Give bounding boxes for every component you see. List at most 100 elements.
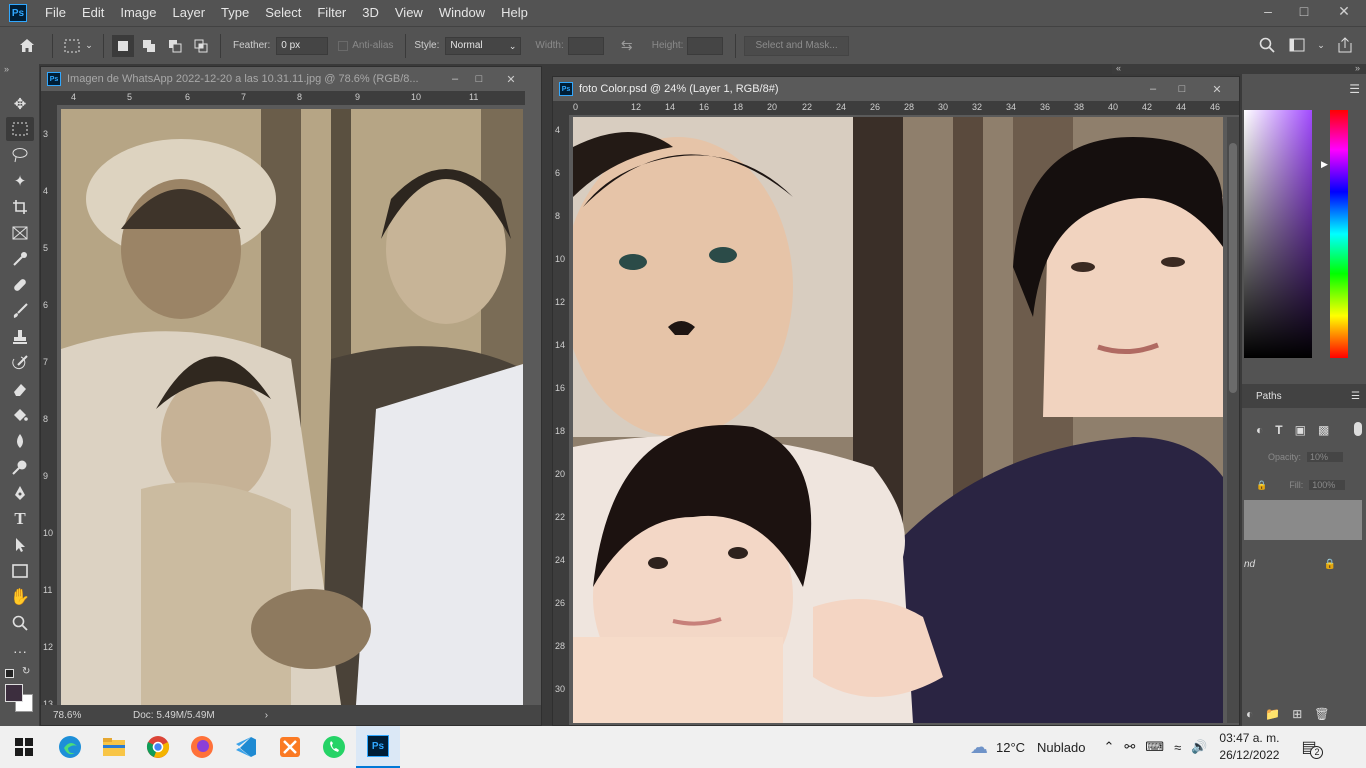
delete-layer-icon[interactable]: 🗑 bbox=[1314, 707, 1329, 721]
blur-tool-icon[interactable] bbox=[6, 429, 34, 453]
select-and-mask-button[interactable]: Select and Mask... bbox=[744, 35, 849, 56]
vertical-scrollbar[interactable] bbox=[1227, 117, 1239, 723]
minimize-icon[interactable]: – bbox=[445, 73, 465, 85]
paint-bucket-tool-icon[interactable] bbox=[6, 403, 34, 427]
swap-colors-icon[interactable]: ↻ bbox=[22, 666, 30, 677]
menu-select[interactable]: Select bbox=[257, 0, 309, 26]
toggle-filter[interactable] bbox=[1354, 422, 1362, 436]
minimize-icon[interactable]: – bbox=[1139, 83, 1167, 95]
vscode-icon[interactable] bbox=[224, 726, 268, 768]
healing-brush-tool-icon[interactable] bbox=[6, 273, 34, 297]
adjustment-filter-icon[interactable]: ◐ bbox=[1256, 423, 1263, 437]
type-filter-icon[interactable]: T bbox=[1275, 423, 1282, 437]
search-icon[interactable] bbox=[1256, 34, 1278, 56]
new-selection-icon[interactable] bbox=[112, 34, 134, 57]
brush-tool-icon[interactable] bbox=[6, 299, 34, 323]
height-input[interactable] bbox=[687, 36, 724, 55]
ime-icon[interactable]: ⌨ bbox=[1145, 739, 1164, 755]
close-icon[interactable]: ✕ bbox=[1197, 83, 1237, 96]
close-icon[interactable]: ✕ bbox=[493, 73, 529, 86]
menu-3d[interactable]: 3D bbox=[354, 0, 387, 26]
whatsapp-icon[interactable] bbox=[312, 726, 356, 768]
frame-tool-icon[interactable] bbox=[6, 221, 34, 245]
adjustment-layer-icon[interactable]: ◐ bbox=[1246, 707, 1253, 721]
panel-menu-icon[interactable]: ☰ bbox=[1349, 82, 1360, 96]
subtract-selection-icon[interactable] bbox=[164, 35, 186, 57]
zoom-level[interactable]: 78.6% bbox=[53, 710, 133, 721]
menu-file[interactable]: File bbox=[37, 0, 74, 26]
hue-slider-marker[interactable]: ▶ bbox=[1321, 159, 1328, 170]
menu-image[interactable]: Image bbox=[112, 0, 164, 26]
chevron-right-icon[interactable]: › bbox=[265, 710, 268, 721]
marquee-preset-icon[interactable] bbox=[61, 35, 83, 57]
menu-view[interactable]: View bbox=[387, 0, 431, 26]
menu-layer[interactable]: Layer bbox=[165, 0, 214, 26]
paths-tab[interactable]: Paths ☰ bbox=[1242, 384, 1366, 408]
close-button[interactable]: ✕ bbox=[1322, 0, 1366, 22]
magic-wand-tool-icon[interactable]: ✦ bbox=[6, 169, 34, 193]
menu-window[interactable]: Window bbox=[431, 0, 493, 26]
scroll-thumb[interactable] bbox=[1229, 143, 1237, 393]
default-colors-icon[interactable] bbox=[5, 669, 14, 678]
eraser-tool-icon[interactable] bbox=[6, 377, 34, 401]
photoshop-taskbar-icon[interactable]: Ps bbox=[356, 726, 400, 768]
opacity-value[interactable]: 10% bbox=[1307, 452, 1344, 462]
doc-title-bar[interactable]: Ps foto Color.psd @ 24% (Layer 1, RGB/8#… bbox=[553, 77, 1239, 101]
style-select[interactable]: Normal ⌄ bbox=[445, 36, 522, 55]
color-picker-field[interactable] bbox=[1244, 110, 1312, 358]
intersect-selection-icon[interactable] bbox=[190, 35, 212, 57]
collapse-left-icon[interactable]: « bbox=[1116, 63, 1121, 73]
crop-tool-icon[interactable] bbox=[6, 195, 34, 219]
chevron-down-icon[interactable]: ⌄ bbox=[1316, 34, 1326, 56]
wifi-icon[interactable]: ≈ bbox=[1174, 740, 1181, 755]
more-tools-icon[interactable]: ··· bbox=[6, 639, 34, 663]
rectangle-tool-icon[interactable] bbox=[6, 559, 34, 583]
xampp-icon[interactable] bbox=[268, 726, 312, 768]
meet-icon[interactable]: ⚯ bbox=[1124, 739, 1135, 755]
new-group-icon[interactable]: 📁 bbox=[1265, 707, 1280, 721]
type-tool-icon[interactable]: T bbox=[6, 507, 34, 531]
menu-type[interactable]: Type bbox=[213, 0, 257, 26]
smart-object-filter-icon[interactable]: ▩ bbox=[1318, 423, 1329, 437]
restore-button[interactable]: □ bbox=[1286, 0, 1322, 22]
start-button[interactable] bbox=[0, 726, 48, 768]
lasso-tool-icon[interactable] bbox=[6, 143, 34, 167]
antialias-checkbox[interactable] bbox=[338, 40, 349, 51]
feather-input[interactable]: 0 px bbox=[276, 36, 329, 55]
width-input[interactable] bbox=[567, 36, 604, 55]
lock-icon[interactable]: 🔒 bbox=[1256, 480, 1267, 491]
hand-tool-icon[interactable]: ✋ bbox=[6, 585, 34, 609]
colorized-photo-canvas[interactable] bbox=[573, 117, 1223, 723]
move-tool-icon[interactable]: ✥ bbox=[6, 92, 34, 116]
collapse-right-icon[interactable]: » bbox=[1355, 63, 1360, 73]
original-photo-canvas[interactable] bbox=[61, 109, 523, 705]
new-layer-icon[interactable]: ⊞ bbox=[1292, 707, 1302, 721]
menu-filter[interactable]: Filter bbox=[309, 0, 354, 26]
add-selection-icon[interactable] bbox=[138, 35, 160, 57]
pen-tool-icon[interactable] bbox=[6, 481, 34, 505]
layer-row-selected[interactable] bbox=[1244, 500, 1362, 540]
eyedropper-tool-icon[interactable] bbox=[6, 247, 34, 271]
clone-stamp-tool-icon[interactable] bbox=[6, 325, 34, 349]
shape-filter-icon[interactable]: ▣ bbox=[1295, 423, 1306, 437]
share-icon[interactable] bbox=[1334, 34, 1356, 56]
layer-row-background[interactable]: nd 🔒 bbox=[1242, 544, 1366, 584]
menu-edit[interactable]: Edit bbox=[74, 0, 112, 26]
home-icon[interactable] bbox=[16, 35, 38, 57]
doc-title-bar[interactable]: Ps Imagen de WhatsApp 2022-12-20 a las 1… bbox=[41, 67, 541, 91]
swap-dimensions-icon[interactable]: ⇆ bbox=[616, 35, 638, 57]
minimize-button[interactable]: – bbox=[1250, 0, 1286, 22]
panel-menu-icon[interactable]: ☰ bbox=[1351, 391, 1360, 402]
volume-icon[interactable]: 🔊 bbox=[1191, 739, 1207, 755]
dodge-tool-icon[interactable] bbox=[6, 455, 34, 479]
hue-slider[interactable] bbox=[1330, 110, 1348, 358]
zoom-tool-icon[interactable] bbox=[6, 611, 34, 635]
maximize-icon[interactable]: □ bbox=[1167, 83, 1197, 95]
collapse-arrows-icon[interactable]: » bbox=[4, 64, 9, 74]
firefox-icon[interactable] bbox=[180, 726, 224, 768]
fill-value[interactable]: 100% bbox=[1309, 480, 1346, 490]
menu-help[interactable]: Help bbox=[493, 0, 536, 26]
weather-widget[interactable]: ☁ 12°C Nublado bbox=[970, 737, 1085, 758]
chevron-down-icon[interactable]: ⌄ bbox=[83, 35, 95, 57]
file-explorer-icon[interactable] bbox=[92, 726, 136, 768]
